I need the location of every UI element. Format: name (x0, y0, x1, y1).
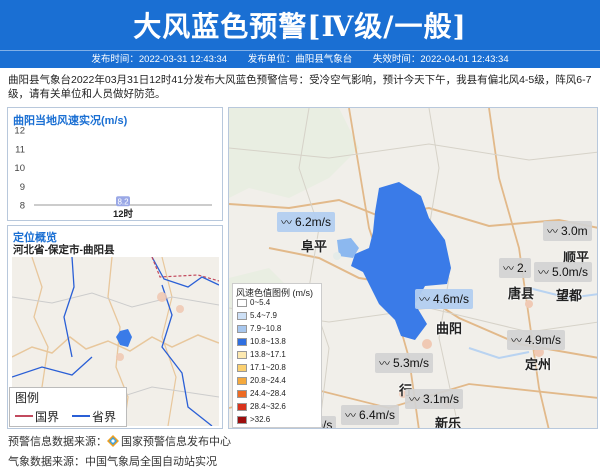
warning-header: 大风蓝色预警[Ⅳ级/一般] 发布时间：2022-03-31 12:43:34 发… (0, 0, 600, 68)
issuer: 发布单位：曲阳县气象台 (247, 54, 353, 65)
y-tick-label: 8 (20, 201, 25, 212)
x-tick-label: 12时 (113, 208, 134, 220)
data-label: 8.2 (117, 197, 129, 206)
legend-range: 28.4~32.6 (250, 402, 286, 411)
legend-row: 13.8~17.1 (237, 350, 286, 360)
legend-swatch (237, 311, 247, 320)
y-tick-label: 10 (14, 163, 25, 174)
legend-swatch (237, 324, 247, 333)
y-tick-label: 9 (20, 182, 25, 193)
wind-station-value: 2. (517, 261, 528, 275)
issue-time: 发布时间：2022-03-31 12:43:34 (91, 54, 228, 65)
city-tangxian[interactable]: 唐县 (508, 283, 534, 302)
legend-row: 28.4~32.6 (237, 402, 286, 412)
wind-station-tangxian[interactable]: 〰 2. (499, 258, 532, 278)
wind-station-value: 5.3m/s (393, 356, 430, 370)
wind-color-legend: 风速色值图例 (m/s) 0~5.4 5.4~7.9 7.9~10.8 10.8… (232, 283, 322, 428)
wind-icon: 〰 (538, 267, 549, 279)
legend-swatch (237, 402, 247, 411)
legend-range: 17.1~20.8 (250, 363, 286, 372)
wind-station-value: 6.2m/s (295, 215, 332, 229)
wind-station-dingzhou[interactable]: 〰 4.9m/s (507, 330, 566, 350)
legend-row: 20.8~24.4 (237, 376, 286, 386)
legend-swatch (237, 389, 247, 398)
city-dingzhou[interactable]: 定州 (525, 354, 551, 373)
legend-row: 0~5.4 (237, 298, 270, 308)
wind-icon: 〰 (281, 217, 292, 229)
wind-station-value: 3.1m/s (423, 392, 460, 406)
wind-station-value: 5.0m/s (552, 265, 589, 279)
location-path: 河北省-保定市-曲阳县 (13, 244, 115, 256)
wind-icon: 〰 (547, 226, 558, 238)
expire-time: 失效时间：2022-04-01 12:43:34 (372, 54, 509, 65)
legend-range: >32.6 (250, 415, 271, 424)
wind-icon: 〰 (511, 335, 522, 347)
wind-station-value: 4.9m/s (525, 333, 562, 347)
city-fuping[interactable]: 阜平 (301, 236, 327, 255)
wind-icon: 〰 (409, 394, 420, 406)
wind-icon: 〰 (419, 294, 430, 306)
legend-row: 17.1~20.8 (237, 363, 286, 373)
city-xinle[interactable]: 新乐 (435, 413, 461, 428)
national-border-line (15, 415, 33, 417)
legend-swatch (237, 337, 247, 346)
warning-center-logo-icon (107, 435, 119, 447)
legend-swatch (237, 415, 247, 424)
legend-row: 7.9~10.8 (237, 324, 281, 334)
wind-station-value: 6.4m/s (359, 408, 396, 422)
wind-speed-chart: 12 11 10 9 8 12时 8.2 (14, 126, 212, 220)
legend-swatch (237, 298, 247, 307)
legend-swatch (237, 363, 247, 372)
wind-station-xingtang[interactable]: 〰 6.4m/s (341, 405, 400, 425)
wind-speed-panel: 曲阳当地风速实况(m/s) 12 11 10 9 8 12时 8.2 (7, 107, 223, 221)
y-tick-label: 11 (15, 144, 25, 155)
wind-station-wangdu[interactable]: 〰 5.0m/s (534, 262, 593, 282)
wind-station-value: 4.6m/s (433, 292, 470, 306)
legend-range: 24.4~28.4 (250, 389, 286, 398)
footer-source1-label: 预警信息数据来源： (8, 436, 107, 448)
wind-station-quyang[interactable]: 〰 4.6m/s (415, 289, 474, 309)
y-tick-label: 12 (14, 126, 25, 137)
legend-row: 24.4~28.4 (237, 389, 286, 399)
overview-legend: 图例 国界 省界 (9, 387, 127, 427)
legend-range: 5.4~7.9 (250, 311, 277, 320)
wind-station-south[interactable]: 〰 5.3m/s (375, 353, 434, 373)
legend-range: 10.8~13.8 (250, 337, 286, 346)
legend-row: >32.6 (237, 415, 270, 425)
footer-source1-org[interactable]: 国家预警信息发布中心 (121, 436, 231, 448)
wind-station-xinle[interactable]: 〰 3.1m/s (405, 389, 464, 409)
warning-meta: 发布时间：2022-03-31 12:43:34 发布单位：曲阳县气象台 失效时… (0, 50, 600, 68)
overview-legend-title: 图例 (15, 391, 40, 405)
city-quyang[interactable]: 曲阳 (436, 318, 462, 337)
legend-range: 7.9~10.8 (250, 324, 282, 333)
legend-national-border: 国界 (35, 410, 60, 424)
city-wangdu[interactable]: 望都 (556, 285, 582, 304)
wind-station-fuping[interactable]: 〰 6.2m/s (277, 212, 336, 232)
wind-icon: 〰 (379, 358, 390, 370)
legend-range: 0~5.4 (250, 298, 271, 307)
footer-source-warning: 预警信息数据来源： 国家预警信息发布中心 (8, 433, 231, 449)
warning-title: 大风蓝色预警[Ⅳ级/一般] (133, 10, 467, 43)
province-border-line (72, 415, 90, 417)
legend-province-border: 省界 (92, 410, 117, 424)
legend-row: 10.8~13.8 (237, 337, 286, 347)
wind-station-shunping[interactable]: 〰 3.0m (543, 221, 592, 241)
warning-description: 曲阳县气象台2022年03月31日12时41分发布大风蓝色预警信号：受冷空气影响… (8, 74, 592, 100)
wind-station-value: 3.0m (561, 224, 588, 238)
legend-range: 20.8~24.4 (250, 376, 286, 385)
wind-icon: 〰 (503, 263, 514, 275)
wind-icon: 〰 (345, 410, 356, 422)
legend-swatch (237, 350, 247, 359)
footer-source-weather: 气象数据来源：中国气象局全国自动站实况 (8, 456, 217, 468)
legend-swatch (237, 376, 247, 385)
legend-row: 5.4~7.9 (237, 311, 277, 321)
legend-range: 13.8~17.1 (250, 350, 286, 359)
